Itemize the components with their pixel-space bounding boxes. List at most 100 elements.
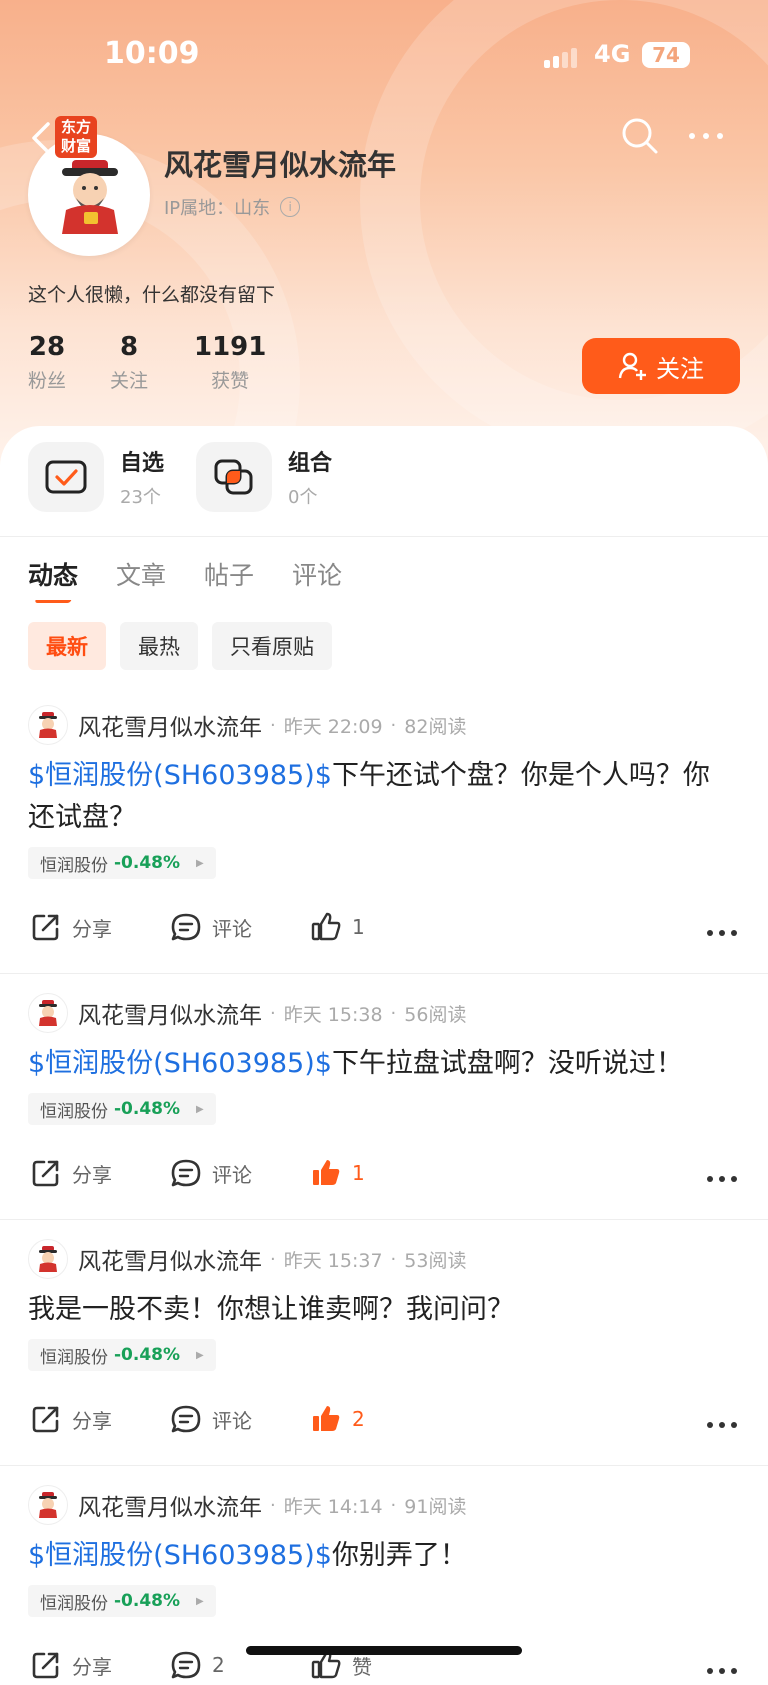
status-bar: 10:09 4G 74 xyxy=(0,0,768,110)
stat-followers[interactable]: 28 粉丝 xyxy=(28,332,66,393)
stat-label: 获赞 xyxy=(211,370,250,392)
share-label: 分享 xyxy=(72,1654,112,1679)
tab-active-indicator xyxy=(34,594,74,603)
author-avatar[interactable] xyxy=(28,993,68,1033)
share-label: 分享 xyxy=(72,916,112,941)
comment-icon xyxy=(170,1403,202,1435)
follow-button[interactable]: 关注 xyxy=(582,338,740,394)
post-text: 下午拉盘试盘啊？没听说过！ xyxy=(331,1048,683,1079)
post-content[interactable]: $恒润股份(SH603985)$下午还试个盘？你是个人吗？你还试盘？ xyxy=(28,755,728,839)
like-button[interactable]: 1 xyxy=(310,1157,365,1189)
thumbs-up-icon xyxy=(310,1157,342,1189)
stat-value: 1191 xyxy=(194,332,267,362)
stock-change: -0.48% xyxy=(114,1345,181,1365)
post-content[interactable]: 我是一股不卖！你想让谁卖啊？我问问？ xyxy=(28,1289,728,1331)
post-more-icon[interactable] xyxy=(706,923,738,936)
filter-hottest[interactable]: 最热 xyxy=(120,622,198,670)
stock-quote-chip[interactable]: 恒润股份 -0.48% ▶ xyxy=(28,1093,216,1125)
follow-label: 关注 xyxy=(656,354,704,383)
post-time: 昨天 15:37 xyxy=(283,1249,383,1272)
post-more-icon[interactable] xyxy=(706,1661,738,1674)
separator-dot: · xyxy=(270,714,276,736)
post-content[interactable]: $恒润股份(SH603985)$你别弄了！ xyxy=(28,1535,728,1577)
post-content[interactable]: $恒润股份(SH603985)$下午拉盘试盘啊？没听说过！ xyxy=(28,1043,728,1085)
author-avatar[interactable] xyxy=(28,705,68,745)
quick-entry-portfolio[interactable]: 组合 0个 xyxy=(196,442,332,512)
share-icon xyxy=(30,911,62,943)
more-options-icon[interactable] xyxy=(686,126,726,146)
stock-quote-chip[interactable]: 恒润股份 -0.48% ▶ xyxy=(28,1339,216,1371)
chevron-right-icon: ▶ xyxy=(196,1103,204,1115)
quick-entry-title: 自选 xyxy=(120,451,165,476)
search-icon[interactable] xyxy=(620,116,660,156)
quick-entry-count: 0个 xyxy=(288,487,318,508)
comment-label: 评论 xyxy=(212,916,252,941)
separator-dot: · xyxy=(270,1494,276,1516)
add-user-icon xyxy=(618,352,646,380)
stock-tag-link[interactable]: $恒润股份(SH603985)$ xyxy=(28,760,332,791)
like-button[interactable]: 2 xyxy=(310,1403,365,1435)
post-divider xyxy=(0,1219,768,1220)
quick-entry-watchlist[interactable]: 自选 23个 xyxy=(28,442,164,512)
filter-original-only[interactable]: 只看原贴 xyxy=(212,622,332,670)
like-count: 2 xyxy=(352,1407,365,1431)
stat-value: 28 xyxy=(28,332,66,362)
like-count: 1 xyxy=(352,915,365,939)
tab-activity[interactable]: 动态 xyxy=(28,556,78,603)
author-name[interactable]: 风花雪月似水流年 xyxy=(78,708,262,742)
like-button[interactable]: 1 xyxy=(310,911,365,943)
stat-label: 关注 xyxy=(110,370,149,392)
ip-location-row: IP属地：山东 i xyxy=(164,194,301,220)
ip-location: IP属地：山东 xyxy=(164,198,271,219)
comment-label: 评论 xyxy=(212,1408,252,1433)
author-name[interactable]: 风花雪月似水流年 xyxy=(78,1488,262,1522)
share-icon xyxy=(30,1403,62,1435)
share-button[interactable]: 分享 xyxy=(30,1157,112,1189)
stat-label: 粉丝 xyxy=(28,370,67,392)
status-time: 10:09 xyxy=(104,36,200,71)
comment-button[interactable]: 评论 xyxy=(170,911,252,943)
stock-name: 恒润股份 xyxy=(40,1593,108,1614)
author-avatar[interactable] xyxy=(28,1485,68,1525)
separator-dot: · xyxy=(390,1494,397,1516)
tab-posts[interactable]: 帖子 xyxy=(204,556,254,592)
share-button[interactable]: 分享 xyxy=(30,911,112,943)
stock-quote-chip[interactable]: 恒润股份 -0.48% ▶ xyxy=(28,1585,216,1617)
share-icon xyxy=(30,1157,62,1189)
share-button[interactable]: 分享 xyxy=(30,1649,112,1681)
tab-comments[interactable]: 评论 xyxy=(292,556,342,592)
tab-articles[interactable]: 文章 xyxy=(116,556,166,592)
comment-button[interactable]: 2 xyxy=(170,1649,225,1681)
author-avatar[interactable] xyxy=(28,1239,68,1279)
like-count: 1 xyxy=(352,1161,365,1185)
filter-latest[interactable]: 最新 xyxy=(28,622,106,670)
stock-tag-link[interactable]: $恒润股份(SH603985)$ xyxy=(28,1540,332,1571)
share-icon xyxy=(30,1649,62,1681)
battery-indicator: 74 xyxy=(642,42,690,68)
post-time: 昨天 14:14 xyxy=(283,1495,383,1518)
filter-chips: 最新 最热 只看原贴 xyxy=(28,622,332,670)
post-time: 昨天 15:38 xyxy=(283,1003,383,1026)
comment-button[interactable]: 评论 xyxy=(170,1157,252,1189)
stock-name: 恒润股份 xyxy=(40,855,108,876)
chevron-right-icon: ▶ xyxy=(196,1595,204,1607)
stock-tag-link[interactable]: $恒润股份(SH603985)$ xyxy=(28,1048,332,1079)
stat-value: 8 xyxy=(119,332,139,362)
info-icon[interactable]: i xyxy=(280,197,301,217)
author-name[interactable]: 风花雪月似水流年 xyxy=(78,1242,262,1276)
comment-label: 2 xyxy=(212,1653,225,1677)
post-text: 我是一股不卖！你想让谁卖啊？我问问？ xyxy=(28,1294,514,1325)
post-header: 风花雪月似水流年 · 昨天 14:14 · 91阅读 xyxy=(28,1485,466,1525)
comment-icon xyxy=(170,911,202,943)
separator-dot: · xyxy=(390,714,397,736)
post-more-icon[interactable] xyxy=(706,1415,738,1428)
divider xyxy=(0,536,768,537)
author-name[interactable]: 风花雪月似水流年 xyxy=(78,996,262,1030)
stock-quote-chip[interactable]: 恒润股份 -0.48% ▶ xyxy=(28,847,216,879)
comment-button[interactable]: 评论 xyxy=(170,1403,252,1435)
chevron-right-icon: ▶ xyxy=(196,857,204,869)
post-more-icon[interactable] xyxy=(706,1169,738,1182)
stat-following[interactable]: 8 关注 xyxy=(110,332,148,393)
separator-dot: · xyxy=(270,1002,276,1024)
share-button[interactable]: 分享 xyxy=(30,1403,112,1435)
